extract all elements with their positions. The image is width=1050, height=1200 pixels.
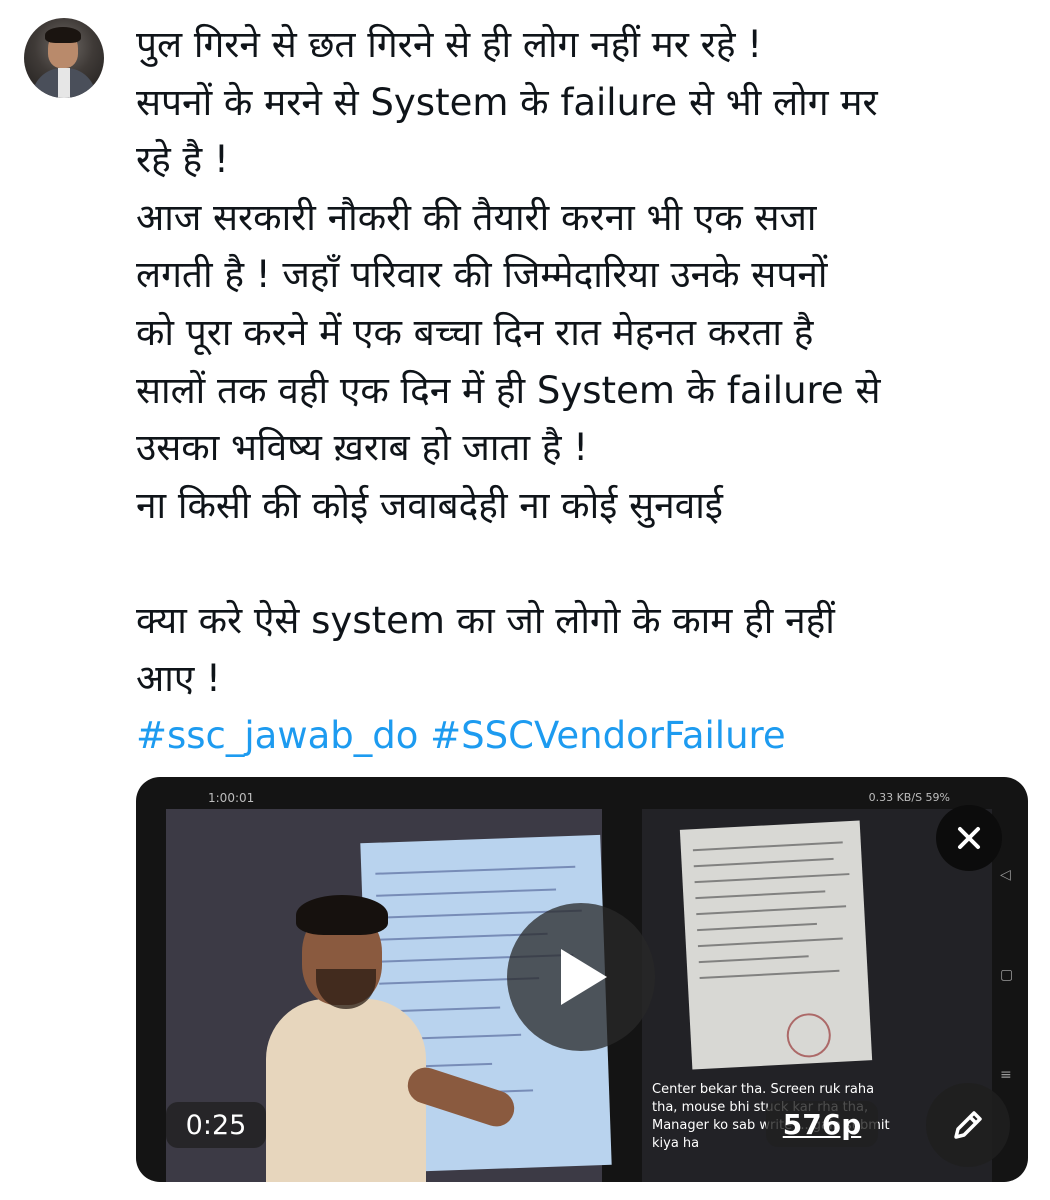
- complaint-paper: [679, 820, 873, 1070]
- tweet-line: आए !: [136, 656, 221, 700]
- tweet-line: सपनों के मरने से System के failure से भी…: [136, 80, 878, 124]
- presenter-body: [266, 999, 426, 1182]
- tweet-line: को पूरा करने में एक बच्चा दिन रात मेहनत …: [136, 310, 814, 354]
- avatar-hair: [45, 27, 81, 43]
- home-nav-icon: ▢: [1000, 967, 1014, 983]
- avatar-shirt: [58, 68, 70, 98]
- tweet-text: पुल गिरने से छत गिरने से ही लोग नहीं मर …: [136, 16, 1026, 765]
- tweet-line: सालों तक वही एक दिन में ही System के fai…: [136, 368, 881, 412]
- quality-badge[interactable]: 576p: [766, 1101, 878, 1147]
- video-player[interactable]: 1:00:01 0.33 KB/S 59% Center bekar tha. …: [136, 777, 1028, 1182]
- back-nav-icon: ◁: [1000, 867, 1011, 883]
- edit-button[interactable]: [926, 1083, 1010, 1167]
- elapsed-time-badge: 0:25: [166, 1102, 266, 1148]
- hashtag-link[interactable]: #ssc_jawab_do: [136, 714, 418, 757]
- tweet-line: लगती है ! जहाँ परिवार की जिम्मेदारिया उन…: [136, 253, 828, 297]
- play-button[interactable]: [507, 903, 655, 1051]
- video-status-indicators: 0.33 KB/S 59%: [868, 791, 950, 804]
- tweet-line: पुल गिरने से छत गिरने से ही लोग नहीं मर …: [136, 23, 763, 66]
- menu-nav-icon: ≡: [1000, 1067, 1012, 1083]
- tweet-line: रहे है !: [136, 138, 229, 182]
- pencil-icon: [954, 1111, 982, 1139]
- tweet-line: ना किसी की कोई जवाबदेही ना कोई सुनवाई: [136, 483, 723, 527]
- tweet-line: उसका भविष्य ख़राब हो जाता है !: [136, 426, 589, 470]
- close-icon: [958, 827, 980, 849]
- video-status-time: 1:00:01: [208, 791, 255, 805]
- hashtag-link[interactable]: #SSCVendorFailure: [430, 714, 786, 757]
- author-avatar[interactable]: [24, 18, 104, 98]
- play-icon: [561, 949, 607, 1005]
- close-button[interactable]: [936, 805, 1002, 871]
- stamp-mark: [785, 1012, 832, 1059]
- phone-nav-strip: ◁ ▢ ≡: [992, 857, 1022, 1107]
- presenter-hair: [296, 895, 388, 935]
- tweet-line: आज सरकारी नौकरी की तैयारी करना भी एक सजा: [136, 195, 817, 239]
- hashtag-row: #ssc_jawab_do #SSCVendorFailure: [136, 707, 1026, 765]
- tweet-line: क्या करे ऐसे system का जो लोगो के काम ही…: [136, 598, 835, 642]
